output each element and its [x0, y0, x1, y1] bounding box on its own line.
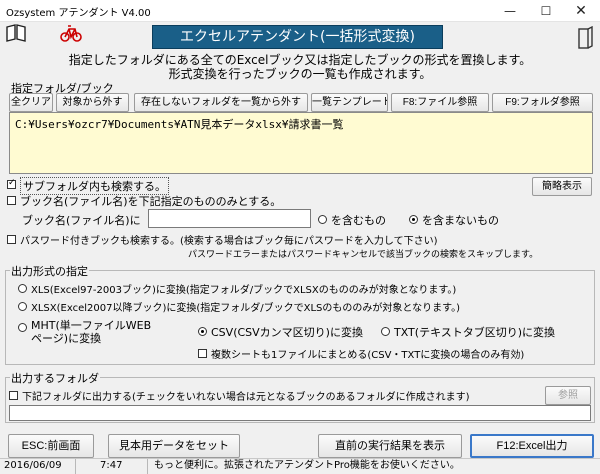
- path-list-item[interactable]: C:¥Users¥ozcr7¥Documents¥ATN見本データxlsx¥請求…: [15, 116, 587, 132]
- mht-label-line-2[interactable]: ページ)に変換: [31, 330, 101, 346]
- exclude-radio[interactable]: [409, 215, 418, 224]
- output-folder-checkbox-label[interactable]: 下記フォルダに出力する(チェックをいれない場合は元となるブックのあるフォルダに作…: [22, 388, 470, 403]
- exit-door-icon[interactable]: [577, 25, 593, 50]
- exclude-label[interactable]: を含まないもの: [422, 212, 499, 228]
- csv-radio[interactable]: [198, 327, 207, 336]
- set-sample-data-button[interactable]: 見本用データをセット: [108, 434, 240, 458]
- esc-back-button[interactable]: ESC:前画面: [8, 434, 94, 458]
- list-template-button[interactable]: 一覧テンプレート: [311, 93, 388, 112]
- status-message: もっと便利に。拡張されたアテンダントPro機能をお使いください。: [154, 460, 460, 471]
- output-folder-checkbox[interactable]: [9, 391, 18, 400]
- description-line-2: 形式変換を行ったブックの一覧も作成されます。: [168, 67, 432, 81]
- file-ref-button[interactable]: F8:ファイル参照: [391, 93, 489, 112]
- bookname-filter-checkbox[interactable]: [7, 196, 16, 205]
- xlsx-label[interactable]: XLSX(Excel2007以降ブック)に変換(指定フォルダ/ブックでXLSのも…: [31, 299, 460, 314]
- minimize-button[interactable]: —: [495, 0, 525, 22]
- simple-view-button[interactable]: 簡略表示: [532, 177, 592, 196]
- title-bar: Ozsystem アテンダント V4.00 — ☐ ✕: [0, 0, 600, 22]
- excel-output-button[interactable]: F12:Excel出力: [470, 434, 594, 458]
- include-radio[interactable]: [318, 215, 327, 224]
- close-button[interactable]: ✕: [566, 0, 596, 22]
- xlsx-radio[interactable]: [18, 302, 27, 311]
- output-folder-label: 出力するフォルダ: [10, 370, 100, 386]
- password-label[interactable]: パスワード付きブックも検索する。(検索する場合はブック毎にパスワードを入力して下…: [20, 232, 438, 247]
- bicycle-icon: [60, 22, 82, 44]
- clear-all-button[interactable]: 全クリア: [9, 93, 53, 112]
- output-folder-ref-button[interactable]: 参照: [545, 386, 591, 405]
- bookname-field-label: ブック名(ファイル名)に: [22, 214, 141, 227]
- banner-title: エクセルアテンダント(一括形式変換): [152, 25, 443, 49]
- txt-label[interactable]: TXT(テキストタブ区切り)に変換: [394, 324, 555, 340]
- subfolder-search-checkbox[interactable]: [7, 178, 16, 189]
- txt-radio[interactable]: [381, 327, 390, 336]
- book-icon[interactable]: [5, 24, 27, 42]
- csv-label[interactable]: CSV(CSVカンマ区切り)に変換: [211, 324, 363, 340]
- exclude-button[interactable]: 対象から外す: [56, 93, 129, 112]
- remove-missing-folders-button[interactable]: 存在しないフォルダを一覧から外す: [134, 93, 308, 112]
- window-title: Ozsystem アテンダント V4.00: [6, 8, 151, 19]
- description-line-1: 指定したフォルダにある全てのExcelブック又は指定したブックの形式を置換します…: [68, 53, 532, 67]
- include-label[interactable]: を含むもの: [331, 212, 386, 228]
- status-date: 2016/06/09: [0, 459, 76, 474]
- password-checkbox[interactable]: [7, 235, 16, 244]
- xls-radio[interactable]: [18, 284, 27, 293]
- password-note: パスワードエラーまたはパスワードキャンセルで該当ブックの検索をスキップします。: [188, 250, 539, 260]
- output-folder-input[interactable]: [9, 405, 591, 421]
- xls-label[interactable]: XLS(Excel97-2003ブック)に変換(指定フォルダ/ブックでXLSXの…: [31, 281, 456, 296]
- output-format-label: 出力形式の指定: [10, 263, 89, 279]
- maximize-button[interactable]: ☐: [531, 0, 561, 22]
- show-last-result-button[interactable]: 直前の実行結果を表示: [318, 434, 462, 458]
- bookname-input[interactable]: [148, 209, 311, 228]
- folder-ref-button[interactable]: F9:フォルダ参照: [492, 93, 593, 112]
- bookname-filter-label[interactable]: ブック名(ファイル名)を下記指定のもののみとする。: [20, 193, 281, 209]
- multi-sheet-label[interactable]: 複数シートも1ファイルにまとめる(CSV・TXTに変換の場合のみ有効): [211, 346, 524, 361]
- mht-radio[interactable]: [18, 323, 27, 332]
- multi-sheet-checkbox[interactable]: [198, 349, 207, 358]
- status-time: 7:47: [96, 459, 148, 474]
- path-list[interactable]: C:¥Users¥ozcr7¥Documents¥ATN見本データxlsx¥請求…: [9, 112, 593, 174]
